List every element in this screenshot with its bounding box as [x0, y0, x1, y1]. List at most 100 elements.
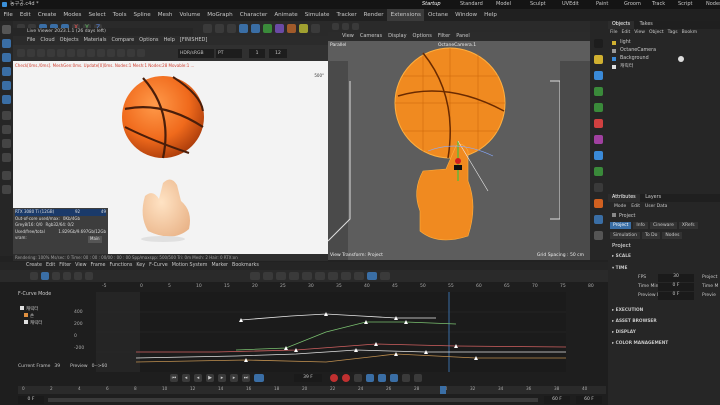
param-key-icon[interactable] — [402, 374, 410, 382]
octane-light-icon[interactable] — [594, 55, 603, 64]
octane-sky-icon[interactable] — [594, 71, 603, 80]
pen-icon[interactable] — [251, 24, 260, 33]
pt-select[interactable]: PT — [216, 49, 242, 58]
octane-texture-icon[interactable] — [594, 103, 603, 112]
subtab-nodes[interactable]: Nodes — [662, 232, 683, 239]
deformer-icon[interactable] — [275, 24, 284, 33]
tl-zero-length-icon[interactable] — [380, 272, 390, 280]
tl-zero-angle-icon[interactable] — [367, 272, 377, 280]
menu-modes[interactable]: Modes — [60, 9, 85, 21]
tl-linear-icon[interactable] — [74, 272, 82, 280]
menu-help[interactable]: Help — [481, 9, 501, 21]
lv-clay-icon[interactable] — [107, 49, 115, 57]
menu-volume[interactable]: Volume — [176, 9, 204, 21]
attr-menu-userdata[interactable]: User Data — [645, 203, 667, 211]
group-time[interactable]: ▾ TIME — [612, 266, 627, 271]
menu-create[interactable]: Create — [34, 9, 60, 21]
num-field-1[interactable]: 1 — [249, 49, 265, 58]
layout-tab-script[interactable]: Script — [674, 0, 702, 9]
obj-menu-bookmarks[interactable]: Bookm — [682, 29, 698, 37]
lv-region-icon[interactable] — [67, 49, 75, 57]
time-min-input[interactable]: 0 F — [658, 283, 694, 291]
subdivision-icon[interactable] — [263, 24, 272, 33]
layout-tab-groom[interactable]: Groom — [620, 0, 648, 9]
octane-object-tag-icon[interactable] — [594, 119, 603, 128]
list-item[interactable]: Background — [608, 55, 720, 63]
tl-menu-edit[interactable]: Edit — [46, 262, 55, 270]
tl-menu-frame[interactable]: Frame — [91, 262, 106, 270]
list-item[interactable]: 캐릭터 — [20, 306, 42, 313]
list-item[interactable]: OctaneCamera — [608, 47, 720, 55]
octane-layer-icon[interactable] — [594, 231, 603, 240]
menu-window[interactable]: Window — [452, 9, 481, 21]
tl-ease-both-icon[interactable] — [276, 272, 286, 280]
menu-render[interactable]: Render — [360, 9, 387, 21]
menu-edit[interactable]: Edit — [16, 9, 34, 21]
next-key-icon[interactable]: ▸ — [230, 374, 238, 382]
tl-menu-view[interactable]: View — [75, 262, 86, 270]
octane-settings-icon[interactable] — [594, 199, 603, 208]
viewport[interactable]: Parallel OctaneCamera.1 Rotate : View Tr… — [328, 41, 610, 260]
move-icon[interactable] — [2, 39, 11, 48]
snap-icon[interactable] — [2, 171, 11, 180]
render-view-icon[interactable] — [203, 24, 212, 33]
go-end-icon[interactable]: ⏭ — [242, 374, 250, 382]
fps-input[interactable]: 30 — [658, 274, 694, 282]
autokey-icon[interactable] — [342, 374, 350, 382]
obj-menu-tags[interactable]: Tags — [668, 29, 678, 37]
obj-menu-edit[interactable]: Edit — [622, 29, 631, 37]
layout-tab-standard[interactable]: Standard — [456, 0, 492, 9]
octane-render-target-icon[interactable] — [594, 151, 603, 160]
layout-tab-nodes[interactable]: Nodes — [702, 0, 720, 9]
tab-attributes[interactable]: Attributes — [608, 194, 640, 202]
list-item[interactable]: 손 — [20, 313, 42, 320]
octane-vdb-icon[interactable] — [594, 183, 603, 192]
subtab-project[interactable]: Project — [610, 222, 632, 229]
render-settings-icon[interactable] — [227, 24, 236, 33]
list-item[interactable]: 캐릭터 — [20, 320, 42, 327]
vp-layout-icon[interactable] — [352, 23, 359, 30]
menu-mograph[interactable]: MoGraph — [204, 9, 236, 21]
vp-menu-panel[interactable]: Panel — [456, 32, 470, 41]
octane-gear-icon[interactable] — [594, 215, 603, 224]
list-item[interactable]: light — [608, 39, 720, 47]
tl-menu-create[interactable]: Create — [26, 262, 42, 270]
camera-icon[interactable] — [311, 24, 320, 33]
lv-menu-objects[interactable]: Objects — [60, 36, 79, 45]
layout-tab-track[interactable]: Track — [648, 0, 674, 9]
keyframe-selection-icon[interactable] — [354, 374, 362, 382]
subtab-todo[interactable]: To Do — [641, 232, 661, 239]
record-icon[interactable] — [330, 374, 338, 382]
lv-menu-compare[interactable]: Compare — [111, 36, 134, 45]
uv-icon[interactable] — [2, 153, 11, 162]
menu-character[interactable]: Character — [236, 9, 271, 21]
subtab-xrefs[interactable]: XRefs — [678, 222, 698, 229]
menu-tracker[interactable]: Tracker — [333, 9, 360, 21]
menu-octane[interactable]: Octane — [424, 9, 451, 21]
obj-menu-file[interactable]: File — [610, 29, 618, 37]
tl-ease-out-icon[interactable] — [263, 272, 273, 280]
menu-simulate[interactable]: Simulate — [301, 9, 333, 21]
tl-menu-functions[interactable]: Functions — [109, 262, 132, 270]
num-field-2[interactable]: 12 — [269, 49, 287, 58]
lv-save-icon[interactable] — [87, 49, 95, 57]
group-asset-browser[interactable]: ▸ ASSET BROWSER — [612, 319, 657, 324]
group-execution[interactable]: ▸ EXECUTION — [612, 308, 643, 313]
lv-menu-help[interactable]: Help — [163, 36, 174, 45]
group-scale[interactable]: ▸ SCALE — [612, 254, 631, 259]
vp-menu-cameras[interactable]: Cameras — [360, 32, 382, 41]
tab-takes[interactable]: Takes — [636, 21, 657, 29]
lv-film-icon[interactable] — [137, 49, 145, 57]
lv-menu-cloud[interactable]: Cloud — [40, 36, 54, 45]
lv-menu-materials[interactable]: Materials — [84, 36, 107, 45]
tl-menu-filter[interactable]: Filter — [59, 262, 71, 270]
scale-key-icon[interactable] — [390, 374, 398, 382]
polygons-icon[interactable] — [2, 139, 11, 148]
layout-tab-uvedit[interactable]: UVEdit — [558, 0, 592, 9]
group-display[interactable]: ▸ DISPLAY — [612, 330, 636, 335]
menu-mesh[interactable]: Mesh — [154, 9, 176, 21]
prev-key-icon[interactable]: ◂ — [182, 374, 190, 382]
preview-min-input[interactable]: 0 F — [658, 292, 694, 300]
tl-break-icon[interactable] — [328, 272, 338, 280]
play-icon[interactable]: ▶ — [206, 374, 214, 382]
